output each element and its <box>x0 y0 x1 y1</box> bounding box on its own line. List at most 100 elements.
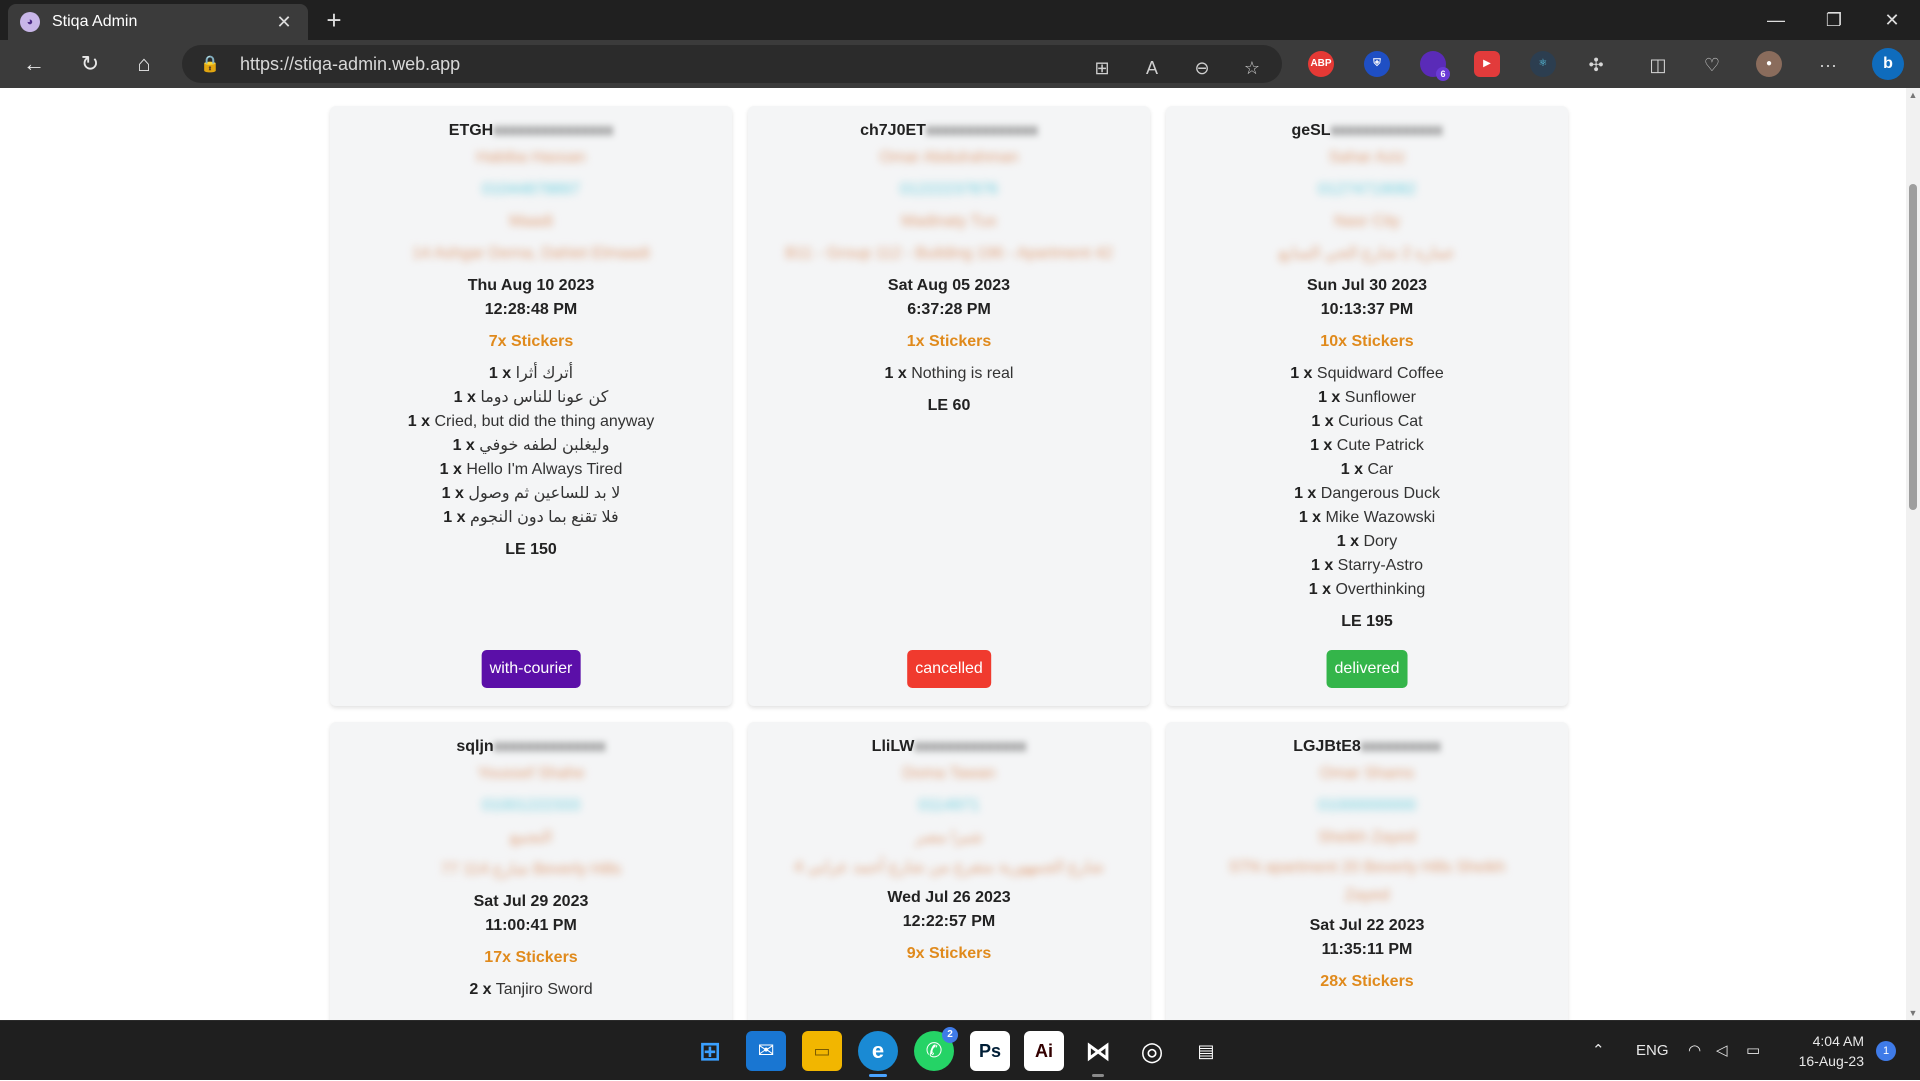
order-date: Sat Jul 29 2023 <box>473 893 589 910</box>
home-button[interactable]: ⌂ <box>126 46 162 82</box>
tab-stiqa-admin[interactable]: ◕ Stiqa Admin ✕ <box>8 4 308 40</box>
order-id: ETGHxxxxxxxxxxxxxxx <box>330 120 732 142</box>
list-item: 1 x Mike Wazowski <box>1298 509 1436 526</box>
aperture-app-icon[interactable]: ◎ <box>1132 1031 1172 1071</box>
lock-icon[interactable]: 🔒 <box>200 54 220 74</box>
scroll-thumb[interactable] <box>1909 184 1917 510</box>
customer-city: شبرا مصر <box>915 829 983 846</box>
customer-city: Sheikh Zayed <box>1318 829 1416 846</box>
clock-date: 16-Aug-23 <box>1798 1053 1864 1069</box>
customer-phone: 0114971 <box>918 797 980 814</box>
profile-avatar[interactable]: ● <box>1756 51 1782 77</box>
status-badge-delivered[interactable]: delivered <box>1326 650 1408 688</box>
customer-address: عمارة 2 شارع الحي السابع <box>1278 245 1456 262</box>
customer-phone: 01000000000 <box>1318 797 1416 814</box>
new-tab-button[interactable]: + <box>318 6 350 36</box>
customer-city: Maadi <box>509 213 553 230</box>
order-card: LliLWxxxxxxxxxxxxxx Doma Tawan 0114971 ش… <box>748 722 1150 1020</box>
customer-name: Omar Shams <box>1319 765 1415 782</box>
back-button[interactable]: ← <box>16 46 52 82</box>
vscode-icon[interactable]: ⋈ <box>1078 1031 1118 1077</box>
order-id-visible: sqljn <box>456 738 494 755</box>
customer-name: Habiba Hassan <box>476 149 586 166</box>
photoshop-icon[interactable]: Ps <box>970 1031 1010 1071</box>
extension-badge: 6 <box>1436 67 1450 81</box>
order-date: Sat Jul 22 2023 <box>1309 917 1425 934</box>
bing-copilot-icon[interactable]: b <box>1872 48 1904 80</box>
list-item: 1 x Hello I'm Always Tired <box>439 461 623 478</box>
favorite-star-icon[interactable]: ☆ <box>1238 54 1266 82</box>
sticker-count: 9x Stickers <box>906 945 992 962</box>
illustrator-icon[interactable]: Ai <box>1024 1031 1064 1071</box>
browser-essentials-icon[interactable]: ♡ <box>1698 51 1726 79</box>
file-explorer-icon[interactable]: ▭ <box>802 1031 842 1071</box>
order-total: LE 60 <box>927 397 971 414</box>
close-window-button[interactable]: ✕ <box>1864 0 1920 40</box>
tab-close-icon[interactable]: ✕ <box>272 12 296 33</box>
order-card: ch7J0ETxxxxxxxxxxxxxx Omar Abdulrahman 0… <box>748 106 1150 706</box>
read-aloud-icon[interactable]: A <box>1138 54 1166 82</box>
order-id-blurred: xxxxxxxxxxxxxx <box>925 122 1038 139</box>
tray-chevron-up-icon[interactable]: ⌃ <box>1592 1021 1605 1081</box>
customer-address: 14 Ashgar Derna, Dahiet Elmaadi <box>412 245 650 262</box>
mail-icon[interactable]: ✉ <box>746 1031 786 1071</box>
order-items: 1 x Squidward Coffee 1 x Sunflower 1 x C… <box>1166 362 1568 602</box>
zoom-icon[interactable]: ⊖ <box>1188 54 1216 82</box>
url-input[interactable] <box>240 53 840 75</box>
order-total: LE 195 <box>1341 613 1393 630</box>
edge-browser-icon[interactable]: e <box>858 1031 898 1077</box>
customer-name: Omar Abdulrahman <box>879 149 1019 166</box>
refresh-button[interactable]: ↻ <box>72 46 108 82</box>
minimize-button[interactable]: — <box>1748 0 1804 40</box>
wifi-icon[interactable]: ◠ <box>1688 1021 1701 1081</box>
volume-icon[interactable]: ◁ <box>1716 1021 1728 1081</box>
react-devtools-icon[interactable]: ⚛ <box>1530 51 1556 77</box>
list-item: 1 x لا بد للساعين ثم وصول <box>441 485 621 502</box>
customer-address: 4 شارع الجمهورية متفرع من شارع أحمد عراب… <box>794 859 1104 876</box>
adblock-plus-icon[interactable]: ABP <box>1308 51 1334 77</box>
scroll-down-icon[interactable]: ▼ <box>1908 1008 1918 1018</box>
order-id-blurred: xxxxxxxxxxxxxxx <box>493 122 614 139</box>
language-indicator[interactable]: ENG <box>1636 1021 1669 1081</box>
order-id: geSLxxxxxxxxxxxxxx <box>1166 120 1568 142</box>
restore-button[interactable]: ❐ <box>1806 0 1862 40</box>
status-badge-cancelled[interactable]: cancelled <box>907 650 991 688</box>
list-item: 1 x Dangerous Duck <box>1294 485 1440 502</box>
order-id-visible: LliLW <box>871 738 915 755</box>
list-item: 1 x Car <box>1340 461 1394 478</box>
order-time: 10:13:37 PM <box>1320 301 1414 318</box>
address-bar[interactable]: 🔒 ⊞ A ⊖ ☆ <box>182 45 1282 83</box>
order-id: ch7J0ETxxxxxxxxxxxxxx <box>748 120 1150 142</box>
scroll-up-icon[interactable]: ▲ <box>1908 90 1918 100</box>
customer-phone: 01274719082 <box>1318 181 1416 198</box>
list-item: 1 x Overthinking <box>1308 581 1426 598</box>
extension-purple-icon[interactable]: 6 <box>1420 51 1450 81</box>
bitwarden-icon[interactable]: ⛨ <box>1364 51 1390 77</box>
order-id: LGJBtE8xxxxxxxxxx <box>1166 736 1568 758</box>
split-screen-icon[interactable]: ◫ <box>1644 51 1672 79</box>
customer-address: STN apartment 20 Beverly Hills Sheikh Za… <box>1228 859 1506 904</box>
battery-icon[interactable]: ▭ <box>1746 1021 1760 1081</box>
extensions-icon[interactable]: ✣ <box>1582 51 1610 79</box>
system-clock[interactable]: 4:04 AM 16-Aug-23 <box>1774 1031 1864 1071</box>
list-item: 2 x Tanjiro Sword <box>469 981 593 998</box>
customer-city: Madinaty Tux <box>901 213 997 230</box>
list-item: 1 x Cute Patrick <box>1310 437 1424 454</box>
start-button-icon[interactable]: ⊞ <box>690 1031 730 1071</box>
app-available-icon[interactable]: ⊞ <box>1088 54 1116 82</box>
sticker-count: 28x Stickers <box>1320 973 1414 990</box>
whatsapp-icon[interactable]: ✆ 2 <box>914 1027 958 1071</box>
order-id: sqljnxxxxxxxxxxxxxx <box>330 736 732 758</box>
page-scrollbar[interactable]: ▲ ▼ <box>1906 88 1920 1020</box>
order-card: geSLxxxxxxxxxxxxxx Sahar Aziz 0127471908… <box>1166 106 1568 706</box>
order-time: 11:00:41 PM <box>485 917 577 934</box>
customer-name: Youssef Shahe <box>477 765 585 782</box>
more-menu-icon[interactable]: ··· <box>1814 51 1842 79</box>
youtube-extension-icon[interactable]: ▶ <box>1474 51 1500 77</box>
list-item: 1 x أترك أثرا <box>488 365 574 382</box>
terminal-icon[interactable]: ▤ <box>1186 1031 1226 1071</box>
notification-badge[interactable]: 1 <box>1876 1041 1896 1061</box>
list-item: 1 x وليغلبن لطفه خوفي <box>452 437 610 454</box>
status-badge-with-courier[interactable]: with-courier <box>481 650 581 688</box>
order-time: 11:35:11 PM <box>1321 941 1413 958</box>
